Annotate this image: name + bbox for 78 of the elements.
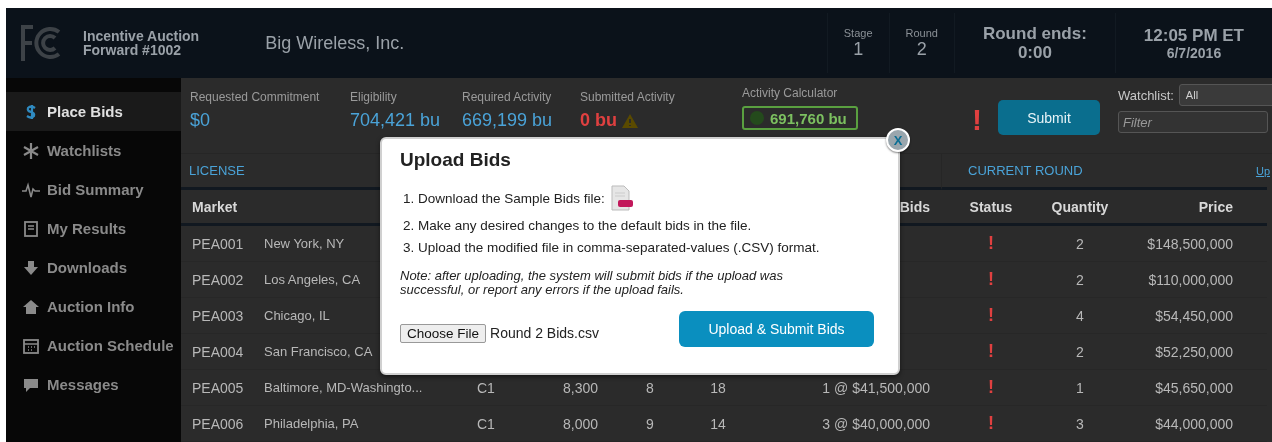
table-cell: 2 [1040,262,1120,298]
table-cell: ! [942,370,1040,406]
upload-submit-button[interactable]: Upload & Submit Bids [679,311,874,347]
sidebar-item[interactable]: My Results [6,209,181,248]
table-cell: PEA002 [181,262,258,298]
watchlist-select[interactable]: All [1178,84,1272,106]
metric-value: 669,199 bu [462,110,553,131]
table-cell: 1 [1040,370,1120,406]
column-header: Price [1120,190,1245,226]
section-heading: CURRENT ROUND [968,163,1083,178]
table-cell: 14 [690,406,746,442]
metric-value: 0 bu [580,110,617,131]
round-ends-value: 0:00 [1017,43,1052,62]
column-header: Status [942,190,1040,226]
stat-value: 2 [916,38,927,60]
table-cell: $44,000,000 [1120,406,1245,442]
book-icon [21,218,41,239]
watchlist-label: Watchlist: [1118,87,1174,103]
table-cell: $110,000,000 [1120,262,1245,298]
table-cell: PEA001 [181,226,258,262]
table-cell: 9 [610,406,690,442]
table-cell: Philadelphia, PA [258,406,466,442]
stat-label: Stage [843,26,873,39]
metric-label: Submitted Activity [580,90,676,104]
table-cell: ! [942,298,1040,334]
sidebar-item[interactable]: Downloads [6,248,181,287]
table-cell: ! [942,226,1040,262]
table-cell: PEA004 [181,334,258,370]
sidebar-item[interactable]: Auction Schedule [6,326,181,365]
table-cell: PEA003 [181,298,258,334]
dialog-title: Upload Bids [400,149,512,171]
table-cell: 3 @ $40,000,000 [746,406,942,442]
table-cell: ! [942,406,1040,442]
metric-value: 704,421 bu [350,110,441,131]
table-cell: PEA005 [181,370,258,406]
stat-label: Round [905,26,938,39]
round-ends-label: Round ends: [982,24,1087,43]
stat-value: 1 [853,38,864,60]
metric-value: $0 [190,110,211,131]
clock-time: 12:05 PM ET [1143,25,1244,45]
alert-mark: ! [972,103,983,137]
table-cell: 8,000 [530,406,610,442]
sidebar-item[interactable]: Place Bids [6,92,181,131]
table-cell: $148,500,000 [1120,226,1245,262]
submit-button[interactable]: Submit [998,100,1100,135]
warning-icon [621,112,639,129]
table-cell: 3 [1040,406,1120,442]
table-cell: 4 [1040,298,1120,334]
table-cell: ! [942,262,1040,298]
filter-field[interactable]: Filter [1118,111,1268,133]
file-name: Round 2 Bids.csv [490,325,599,341]
table-cell: ! [942,334,1040,370]
column-header: Quantity [1040,190,1120,226]
table-cell: C1 [466,406,530,442]
table-cell: PEA006 [181,406,258,442]
metric-label: Eligibility [350,90,398,104]
choose-file-button[interactable]: Choose File [400,323,487,343]
section-heading: LICENSE [189,163,245,178]
bidder-name: Big Wireless, Inc. [265,32,405,54]
sidebar-item[interactable]: Auction Info [6,287,181,326]
table-cell: $45,650,000 [1120,370,1245,406]
sidebar-item[interactable]: Bid Summary [6,170,181,209]
metric-label: Required Activity [462,90,553,104]
link[interactable]: Up [1255,164,1270,177]
sidebar-item[interactable]: Messages [6,365,181,404]
metric-label: Requested Commitment [190,90,321,104]
auction-name: Incentive Auction [83,29,200,43]
check-circle-icon [750,111,764,125]
table-cell: 2 [1040,226,1120,262]
calculator-label: Activity Calculator [742,86,839,100]
table-cell: 2 [1040,334,1120,370]
sidebar-item[interactable]: Watchlists [6,131,181,170]
calculator-value: 691,760 bu [770,109,847,127]
table-cell: $54,450,000 [1120,298,1245,334]
clock-date: 6/7/2016 [1166,44,1222,61]
table-cell: $52,250,000 [1120,334,1245,370]
auction-number: Forward #1002 [83,43,183,57]
asterisk-icon [21,140,41,161]
